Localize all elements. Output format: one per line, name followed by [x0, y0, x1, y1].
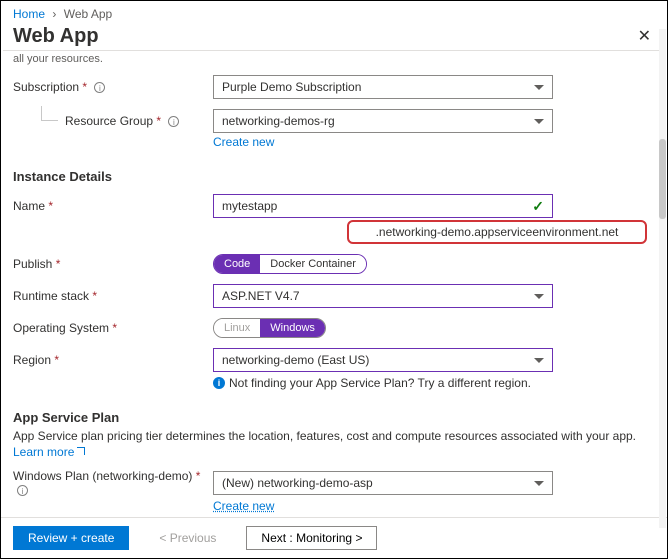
label-windows-plan: Windows Plan (networking-demo) * i [13, 469, 213, 497]
link-create-new-plan[interactable]: Create new [213, 499, 274, 513]
chevron-down-icon [534, 358, 544, 363]
label-resource-group: Resource Group * i [13, 114, 213, 128]
dropdown-value: ASP.NET V4.7 [222, 289, 300, 303]
dropdown-resource-group[interactable]: networking-demos-rg [213, 109, 553, 133]
previous-button: < Previous [145, 526, 230, 550]
pill-docker[interactable]: Docker Container [260, 255, 366, 273]
dropdown-subscription[interactable]: Purple Demo Subscription [213, 75, 553, 99]
domain-suffix-callout: .networking-demo.appserviceenvironment.n… [347, 220, 647, 244]
dropdown-value: Purple Demo Subscription [222, 80, 361, 94]
footer: Review + create < Previous Next : Monito… [1, 517, 667, 558]
page-title: Web App [13, 25, 99, 48]
input-value: mytestapp [222, 199, 277, 213]
chevron-down-icon [534, 119, 544, 124]
review-create-button[interactable]: Review + create [13, 526, 129, 550]
pill-linux[interactable]: Linux [214, 319, 260, 337]
label-subscription: Subscription * i [13, 80, 213, 94]
section-app-service-plan: App Service Plan [13, 410, 655, 425]
link-learn-more[interactable]: Learn more [13, 445, 85, 459]
info-icon[interactable]: i [168, 116, 179, 127]
breadcrumb-sep: › [52, 7, 56, 21]
label-publish: Publish * [13, 257, 213, 271]
breadcrumb-current: Web App [64, 7, 112, 21]
chevron-down-icon [534, 85, 544, 90]
toggle-os[interactable]: Linux Windows [213, 318, 326, 338]
plan-description: App Service plan pricing tier determines… [13, 429, 655, 443]
toggle-publish[interactable]: Code Docker Container [213, 254, 367, 274]
dropdown-value: (New) networking-demo-asp [222, 476, 373, 490]
label-name: Name * [13, 199, 213, 213]
link-create-new-rg[interactable]: Create new [213, 135, 274, 149]
next-button[interactable]: Next : Monitoring > [246, 526, 377, 550]
label-runtime: Runtime stack * [13, 289, 213, 303]
section-instance-details: Instance Details [13, 169, 655, 184]
check-icon: ✓ [532, 199, 544, 213]
chevron-down-icon [534, 294, 544, 299]
label-region: Region * [13, 353, 213, 367]
breadcrumb: Home › Web App [1, 1, 667, 25]
label-os: Operating System * [13, 321, 213, 335]
info-icon[interactable]: i [17, 485, 28, 496]
pill-windows[interactable]: Windows [260, 319, 325, 337]
dropdown-region[interactable]: networking-demo (East US) [213, 348, 553, 372]
chevron-down-icon [534, 481, 544, 486]
region-hint: i Not finding your App Service Plan? Try… [213, 376, 655, 390]
dropdown-runtime[interactable]: ASP.NET V4.7 [213, 284, 553, 308]
pill-code[interactable]: Code [214, 255, 260, 273]
input-name[interactable]: mytestapp ✓ [213, 194, 553, 218]
dropdown-windows-plan[interactable]: (New) networking-demo-asp [213, 471, 553, 495]
clipped-text: all your resources. [13, 53, 655, 65]
info-icon: i [213, 377, 225, 389]
breadcrumb-home[interactable]: Home [13, 7, 45, 21]
dropdown-value: networking-demos-rg [222, 114, 335, 128]
close-icon[interactable]: ✕ [634, 27, 655, 47]
dropdown-value: networking-demo (East US) [222, 353, 369, 367]
info-icon[interactable]: i [94, 82, 105, 93]
